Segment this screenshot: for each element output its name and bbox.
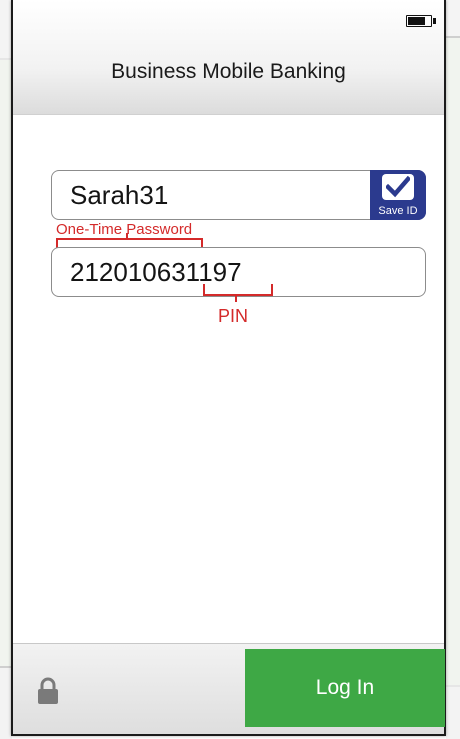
- app-footer: Log In: [13, 643, 445, 734]
- lock-icon: [37, 677, 59, 705]
- pin-bracket: [203, 284, 273, 296]
- save-id-checkbox[interactable]: Save ID: [370, 170, 426, 220]
- phone-screen: Business Mobile Banking Sarah31 Save ID …: [11, 0, 446, 736]
- pin-annotation-label: PIN: [218, 306, 249, 326]
- page-title: Business Mobile Banking: [111, 60, 346, 83]
- login-button[interactable]: Log In: [245, 649, 445, 727]
- save-id-label: Save ID: [378, 205, 418, 217]
- background-right: [446, 0, 460, 739]
- otp-annotation-label: One-Time Password: [56, 221, 193, 238]
- battery-icon: [406, 15, 436, 27]
- user-id-field[interactable]: Sarah31 Save ID: [51, 170, 426, 220]
- pin-bracket-stem: [235, 294, 237, 302]
- otp-bracket-stem: [126, 233, 128, 239]
- checkmark-icon: [382, 174, 414, 200]
- app-header: Business Mobile Banking: [13, 0, 444, 115]
- user-id-value: Sarah31: [70, 180, 169, 210]
